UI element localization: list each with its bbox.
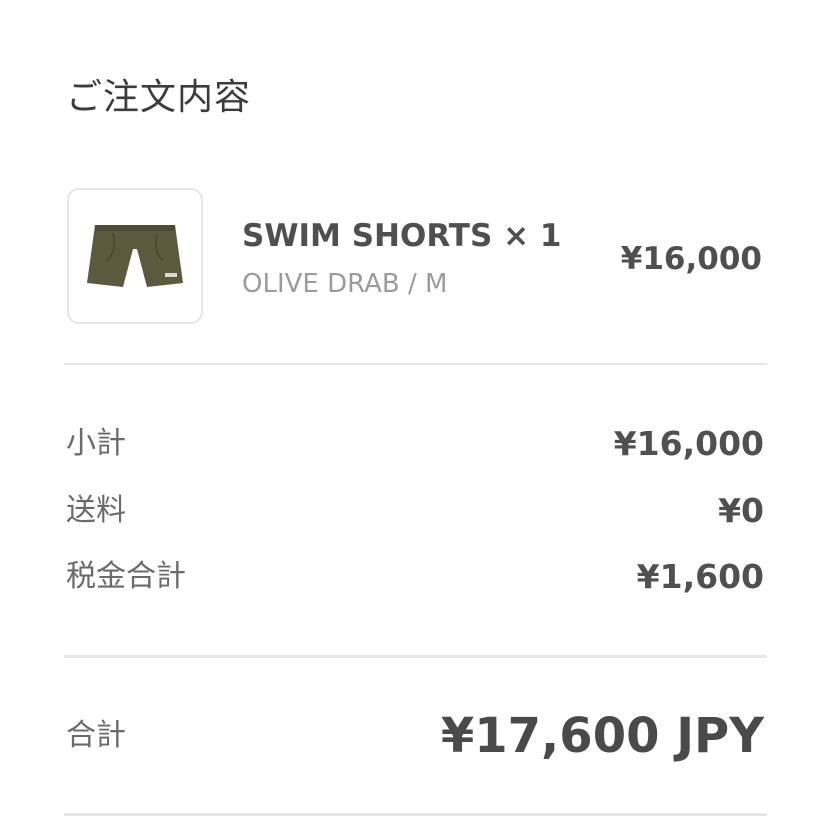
product-name: SWIM SHORTS × 1 [242,218,562,254]
divider [64,655,767,658]
subtotal-label: 小計 [66,426,126,461]
total-value: ¥17,600 JPY [440,708,764,764]
product-price: ¥16,000 [620,241,762,277]
order-summary-title: ご注文内容 [66,77,252,118]
shipping-value: ¥0 [718,491,764,530]
shipping-label: 送料 [66,493,126,528]
divider [64,363,767,365]
divider [64,813,767,816]
subtotal-value: ¥16,000 [613,424,764,463]
tax-value: ¥1,600 [636,557,764,596]
product-thumbnail[interactable] [67,188,203,324]
product-variant: OLIVE DRAB / M [242,269,448,299]
tax-label: 税金合計 [66,559,186,594]
total-label: 合計 [66,718,126,753]
swim-shorts-icon [87,225,183,287]
